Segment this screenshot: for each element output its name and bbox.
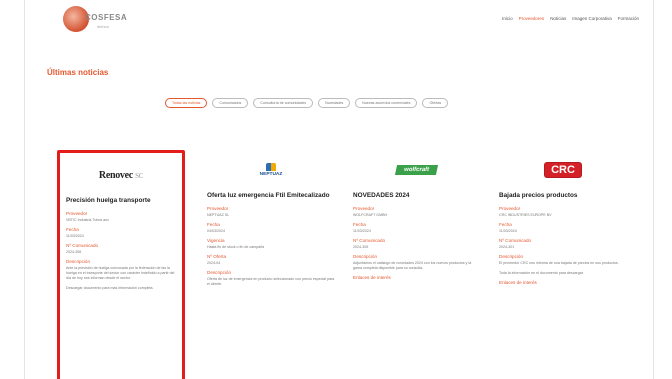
nav-proveedores[interactable]: Proveedores <box>519 16 545 21</box>
top-navigation: Inicio Proveedores Noticias Imagen Corpo… <box>502 16 639 21</box>
news-card[interactable]: Renovec SC Precisión huelga transporte P… <box>57 150 185 379</box>
field-label: Proveedor <box>353 205 375 211</box>
field-label: Vigencia <box>207 237 225 243</box>
wolfcraft-logo: wolfcraft <box>395 165 439 175</box>
field-label: Fecha <box>66 226 79 232</box>
links-label[interactable]: Enlaces de interés <box>353 275 481 280</box>
field-description: Oferta de luz de emergencia en producto … <box>207 276 335 286</box>
filter-consultoria[interactable]: Consultoría de comunidades <box>253 98 314 108</box>
news-card[interactable]: CRC Bajada precios productos Proveedor C… <box>499 150 627 285</box>
field-value: VBTIC Industria Tubos aux <box>66 217 109 222</box>
field-value: CRC INDUSTRIES EUROPE BV <box>499 212 552 217</box>
field-value: 2024-04 <box>207 260 221 265</box>
filter-todas[interactable]: Todas las noticias <box>165 98 208 108</box>
field-label: Nº Comunicado <box>66 242 99 248</box>
field-label: Nº Comunicado <box>353 237 386 243</box>
logo-text: COSFESA <box>85 13 128 22</box>
field-description: El proveedor CRC nos informa de una baja… <box>499 260 619 265</box>
filter-acuerdos[interactable]: Nuevas acuerdos comerciales <box>355 98 418 108</box>
field-label: Descripción <box>499 253 523 259</box>
card-title[interactable]: Oferta luz emergencia Ftil Emitecalizado <box>207 192 335 201</box>
field-description: Adjuntamos el catálogo de novedades 2024… <box>353 260 472 270</box>
field-value: 11/03/2024 <box>499 228 517 233</box>
card-title[interactable]: Bajada precios productos <box>499 192 627 201</box>
card-title[interactable]: NOVEDADES 2024 <box>353 192 481 201</box>
field-value: WOLFCRAFT GMBH <box>353 212 388 217</box>
field-value: 11/03/2024 <box>66 233 84 238</box>
card-brand-logo: wolfcraft <box>353 150 481 190</box>
field-label: Proveedor <box>499 205 521 211</box>
filter-novedades[interactable]: Novedades <box>318 98 351 108</box>
field-description-extra: Descargar documento para más información… <box>66 286 154 291</box>
filter-ofertas[interactable]: Ofertas <box>422 98 449 108</box>
crc-logo: CRC <box>544 162 582 178</box>
card-title[interactable]: Precisión huelga transporte <box>66 197 176 206</box>
nav-formacion[interactable]: Formación <box>618 16 639 21</box>
field-description: Ante la previsión de huelga convocada po… <box>66 265 175 281</box>
links-label[interactable]: Enlaces de interés <box>499 280 627 285</box>
nav-imagen-corporativa[interactable]: Imagen Corporativa <box>572 16 612 21</box>
field-value: 2024-306 <box>66 249 82 254</box>
field-label: Nº Oferta <box>207 253 227 259</box>
filter-comunicados[interactable]: Comunicados <box>212 98 249 108</box>
field-value: NEPTUAZ SL <box>207 212 230 217</box>
field-value: 04/03/2024 <box>207 228 225 233</box>
renovec-logo: Renovec SC <box>98 169 144 181</box>
field-value: 11/03/2024 <box>353 228 371 233</box>
field-label: Fecha <box>207 221 220 227</box>
field-description-extra: Toda la información en el documento para… <box>499 270 584 275</box>
field-value: 2024-305 <box>353 244 369 249</box>
card-brand-logo: NEPTUAZ <box>207 150 335 190</box>
field-label: Fecha <box>499 221 512 227</box>
nav-noticias[interactable]: Noticias <box>550 16 566 21</box>
field-value: 2024-301 <box>499 244 515 249</box>
section-title: Últimas noticias <box>47 68 109 77</box>
page-frame: COSFESA ibérica Inicio Proveedores Notic… <box>24 0 654 379</box>
neptuaz-logo: NEPTUAZ <box>260 163 282 177</box>
field-label: Descripción <box>66 258 90 264</box>
field-label: Descripción <box>207 269 231 275</box>
news-filter-bar: Todas las noticias Comunicados Consultor… <box>165 98 449 108</box>
news-card[interactable]: wolfcraft NOVEDADES 2024 Proveedor WOLFC… <box>353 150 481 280</box>
field-label: Fecha <box>353 221 366 227</box>
field-label: Proveedor <box>207 205 229 211</box>
card-brand-logo: Renovec SC <box>66 155 176 195</box>
neptuaz-mark-icon <box>266 163 276 171</box>
field-label: Descripción <box>353 253 377 259</box>
field-label: Proveedor <box>66 210 88 216</box>
nav-inicio[interactable]: Inicio <box>502 16 513 21</box>
card-brand-logo: CRC <box>499 150 627 190</box>
news-card[interactable]: NEPTUAZ Oferta luz emergencia Ftil Emite… <box>207 150 335 287</box>
field-label: Nº Comunicado <box>499 237 532 243</box>
logo-subtext: ibérica <box>97 24 109 29</box>
field-value: Hasta fin de stock o fin de campaña <box>207 244 265 249</box>
brand-logo[interactable]: COSFESA ibérica <box>63 6 143 34</box>
